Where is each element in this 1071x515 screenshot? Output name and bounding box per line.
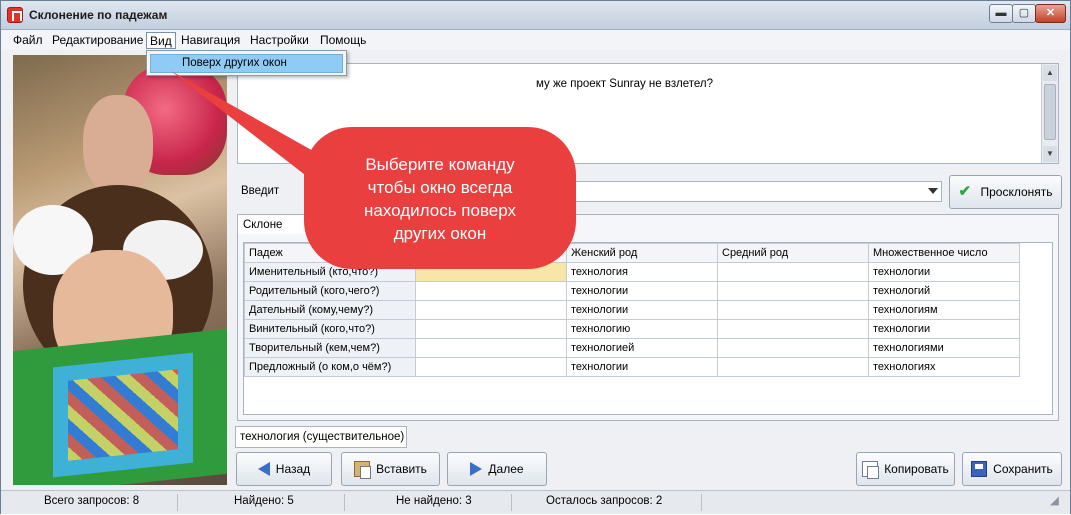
minimize-button[interactable]: ▬ — [989, 4, 1013, 23]
table-cell[interactable] — [717, 300, 869, 320]
maximize-button[interactable]: ▢ — [1012, 4, 1036, 23]
menu-item-always-on-top[interactable]: Поверх других окон — [150, 54, 343, 73]
decline-button-label: Просклонять — [980, 185, 1053, 199]
table-cell[interactable]: технологиями — [868, 338, 1020, 358]
arrow-left-icon — [257, 462, 270, 476]
table-cell[interactable]: технологиях — [868, 357, 1020, 377]
menu-navigation[interactable]: Навигация — [178, 32, 243, 49]
callout-line: Выберите команду — [365, 155, 515, 174]
chevron-down-icon[interactable] — [928, 188, 938, 194]
input-label: Введит — [241, 185, 280, 197]
table-cell[interactable]: технологии — [566, 357, 718, 377]
decline-button[interactable]: ✔ Просклонять — [949, 175, 1062, 209]
table-cell[interactable] — [415, 281, 567, 301]
decorative-photo — [13, 55, 227, 485]
title-bar: Склонение по падежам ▬ ▢ ✕ — [1, 1, 1070, 30]
column-header[interactable]: Средний род — [717, 243, 869, 263]
scroll-down-icon[interactable]: ▼ — [1043, 146, 1057, 162]
table-row: Творительный (кем,чем?) технологией техн… — [244, 338, 1020, 358]
table-cell[interactable]: технологии — [566, 300, 718, 320]
source-text-line: му же проект Sunray не взлетел? — [536, 78, 713, 90]
close-button[interactable]: ✕ — [1035, 4, 1066, 23]
menu-file[interactable]: Файл — [10, 32, 46, 49]
resize-grip-icon[interactable]: ◢ — [1050, 493, 1059, 507]
case-name-cell[interactable]: Предложный (о ком,о чём?) — [244, 357, 416, 377]
table-cell[interactable] — [415, 319, 567, 339]
status-not-found: Не найдено: 3 — [396, 495, 472, 507]
app-icon — [7, 7, 23, 23]
status-remaining: Осталось запросов: 2 — [546, 495, 663, 507]
back-button[interactable]: Назад — [236, 452, 332, 486]
save-button[interactable]: Сохранить — [962, 452, 1062, 486]
back-button-label: Назад — [275, 462, 311, 476]
table-cell[interactable]: технологий — [868, 281, 1020, 301]
view-menu-dropdown: Поверх других окон — [146, 50, 347, 76]
word-input-combo[interactable] — [544, 181, 942, 202]
paste-button-label: Вставить — [376, 462, 427, 476]
table-cell[interactable]: технологией — [566, 338, 718, 358]
table-cell[interactable] — [415, 338, 567, 358]
menu-view[interactable]: Вид — [146, 32, 176, 49]
table-cell[interactable] — [415, 357, 567, 377]
case-name-cell[interactable]: Дательный (кому,чему?) — [244, 300, 416, 320]
table-cell[interactable]: технология — [566, 262, 718, 282]
table-cell[interactable] — [717, 281, 869, 301]
app-window: Склонение по падежам ▬ ▢ ✕ Файл Редактир… — [0, 0, 1071, 514]
scroll-thumb[interactable] — [1044, 84, 1056, 140]
copy-icon — [862, 461, 880, 479]
table-cell[interactable] — [717, 262, 869, 282]
table-row: Винительный (кого,что?) технологию техно… — [244, 319, 1020, 339]
table-row: Родительный (кого,чего?) технологии техн… — [244, 281, 1020, 301]
table-cell[interactable]: технологию — [566, 319, 718, 339]
checkmark-icon: ✔ — [958, 183, 972, 200]
case-name-cell[interactable]: Винительный (кого,что?) — [244, 319, 416, 339]
callout-line: других окон — [393, 224, 487, 243]
paste-button[interactable]: Вставить — [341, 452, 440, 486]
menu-edit[interactable]: Редактирование — [49, 32, 146, 49]
table-row: Дательный (кому,чему?) технологии технол… — [244, 300, 1020, 320]
next-button[interactable]: Далее — [447, 452, 547, 486]
table-cell[interactable] — [717, 357, 869, 377]
save-icon — [971, 461, 988, 477]
status-bar: Всего запросов: 8 Найдено: 5 Не найдено:… — [1, 490, 1070, 514]
table-cell[interactable] — [415, 300, 567, 320]
arrow-right-icon — [470, 462, 483, 476]
tab-word-result[interactable]: технология (существительное) — [235, 426, 407, 448]
menu-help[interactable]: Помощь — [317, 32, 369, 49]
table-cell[interactable] — [717, 338, 869, 358]
status-found: Найдено: 5 — [234, 495, 294, 507]
callout-line: находилось поверх — [363, 201, 516, 220]
table-row: Предложный (о ком,о чём?) технологии тех… — [244, 357, 1020, 377]
save-button-label: Сохранить — [993, 462, 1053, 476]
callout-text: Выберите команду чтобы окно всегда наход… — [317, 153, 563, 245]
callout-line: чтобы окно всегда — [367, 178, 513, 197]
paste-icon — [354, 461, 372, 479]
menu-settings[interactable]: Настройки — [247, 32, 312, 49]
status-total: Всего запросов: 8 — [44, 495, 140, 507]
copy-button[interactable]: Копировать — [856, 452, 955, 486]
column-header[interactable]: Женский род — [566, 243, 718, 263]
column-header[interactable]: Множественное число — [868, 243, 1020, 263]
menu-bar: Файл Редактирование Вид Навигация Настро… — [1, 30, 1070, 50]
vertical-scrollbar[interactable]: ▲ ▼ — [1041, 64, 1058, 163]
table-cell[interactable]: технологии — [868, 319, 1020, 339]
copy-button-label: Копировать — [884, 462, 949, 476]
window-title: Склонение по падежам — [29, 8, 168, 22]
table-cell[interactable] — [717, 319, 869, 339]
case-name-cell[interactable]: Творительный (кем,чем?) — [244, 338, 416, 358]
table-cell[interactable]: технологии — [868, 262, 1020, 282]
case-name-cell[interactable]: Родительный (кого,чего?) — [244, 281, 416, 301]
next-button-label: Далее — [488, 462, 524, 476]
table-cell[interactable]: технологиям — [868, 300, 1020, 320]
table-cell[interactable]: технологии — [566, 281, 718, 301]
scroll-up-icon[interactable]: ▲ — [1043, 65, 1057, 81]
